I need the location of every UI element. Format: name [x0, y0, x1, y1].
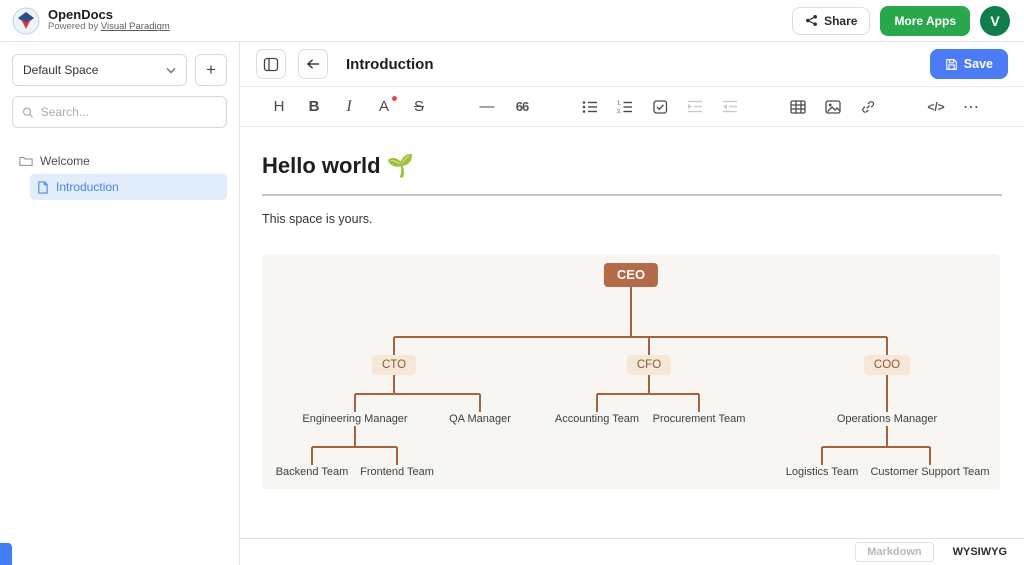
formatting-toolbar: H B I A S — 66 1. 2. [240, 87, 1024, 127]
share-button[interactable]: Share [792, 7, 870, 35]
orgchart-node-frontend: Frontend Team [360, 465, 434, 479]
orgchart-canvas[interactable]: CEO CTO CFO COO Engineering Manager QA Manage… [262, 254, 1000, 489]
back-button[interactable] [298, 49, 328, 79]
link-icon[interactable] [859, 96, 877, 118]
tree-item-introduction[interactable]: Introduction [30, 174, 227, 200]
tree-item-welcome[interactable]: Welcome [12, 148, 227, 174]
orgchart-node-proc: Procurement Team [653, 412, 746, 426]
checklist-icon[interactable] [651, 96, 669, 118]
heading-icon[interactable]: H [270, 96, 288, 118]
mode-tab-markdown[interactable]: Markdown [855, 542, 933, 562]
folder-icon [19, 155, 33, 167]
image-icon[interactable] [824, 96, 842, 118]
visual-paradigm-logo-icon [12, 7, 40, 35]
blockquote-icon[interactable]: 66 [513, 96, 531, 118]
document-content[interactable]: Hello world 🌱 This space is yours. CEO CT… [240, 127, 1024, 538]
orgchart-node-logi: Logistics Team [786, 465, 859, 479]
mode-tab-wysiwyg[interactable]: WYSIWYG [942, 543, 1018, 561]
orgchart-node-cto: CTO [372, 355, 416, 375]
orgchart-node-cfo: CFO [627, 355, 671, 375]
orgchart-node-ops: Operations Manager [837, 412, 937, 426]
orgchart-node-eng: Engineering Manager [302, 412, 407, 426]
opendocs-logo[interactable]: OpenDocs Powered by Visual Paradigm [12, 7, 170, 35]
document-toolbar: Introduction Save [240, 42, 1024, 87]
toggle-sidebar-button[interactable] [256, 49, 286, 79]
font-color-dot [392, 96, 397, 101]
table-icon[interactable] [789, 96, 807, 118]
svg-text:2.: 2. [617, 109, 622, 114]
sidebar-search[interactable] [12, 96, 227, 128]
document-icon [37, 181, 49, 194]
bold-icon[interactable]: B [305, 96, 323, 118]
orgchart-node-ceo: CEO [604, 263, 658, 287]
help-widget[interactable] [0, 543, 12, 565]
space-selector[interactable]: Default Space [12, 54, 187, 86]
editor-status-bar: Markdown WYSIWYG [240, 538, 1024, 565]
user-avatar[interactable]: V [980, 6, 1010, 36]
svg-text:1.: 1. [617, 100, 622, 106]
horizontal-rule-icon[interactable]: — [478, 96, 496, 118]
share-icon [805, 14, 818, 27]
chevron-down-icon [166, 63, 176, 77]
search-input[interactable] [41, 105, 217, 119]
save-icon [945, 58, 958, 71]
page-tree: Welcome Introduction [12, 148, 227, 200]
powered-by: Powered by Visual Paradigm [48, 22, 170, 32]
more-options-icon[interactable]: ⋯ [962, 96, 980, 118]
visual-paradigm-link[interactable]: Visual Paradigm [101, 21, 170, 32]
code-icon[interactable]: </> [927, 96, 945, 118]
content-paragraph: This space is yours. [262, 212, 1002, 226]
add-space-button[interactable]: + [195, 54, 227, 86]
app-name: OpenDocs [48, 8, 170, 22]
search-icon [22, 106, 34, 119]
font-color-icon[interactable]: A [375, 96, 393, 118]
strikethrough-icon[interactable]: S [410, 96, 428, 118]
orgchart-node-acct: Accounting Team [555, 412, 639, 426]
italic-icon[interactable]: I [340, 96, 358, 118]
content-heading: Hello world 🌱 [262, 153, 1002, 179]
orgchart-node-qa: QA Manager [449, 412, 511, 426]
heading-divider [262, 194, 1002, 196]
document-title: Introduction [346, 56, 433, 73]
save-button[interactable]: Save [930, 49, 1008, 79]
editor-panel: Introduction Save H B I A S — 66 [240, 42, 1024, 565]
panel-toggle-icon [263, 57, 279, 72]
indent-icon[interactable] [686, 96, 704, 118]
ordered-list-icon[interactable]: 1. 2. [616, 96, 634, 118]
outdent-icon[interactable] [721, 96, 739, 118]
more-apps-button[interactable]: More Apps [880, 6, 970, 36]
sidebar: Default Space + Welcome [0, 42, 240, 565]
back-arrow-icon [306, 58, 321, 70]
app-header: OpenDocs Powered by Visual Paradigm Shar… [0, 0, 1024, 42]
orgchart-node-coo: COO [864, 355, 910, 375]
orgchart-node-backend: Backend Team [276, 465, 349, 479]
bullet-list-icon[interactable] [581, 96, 599, 118]
orgchart-node-cs: Customer Support Team [870, 465, 989, 479]
